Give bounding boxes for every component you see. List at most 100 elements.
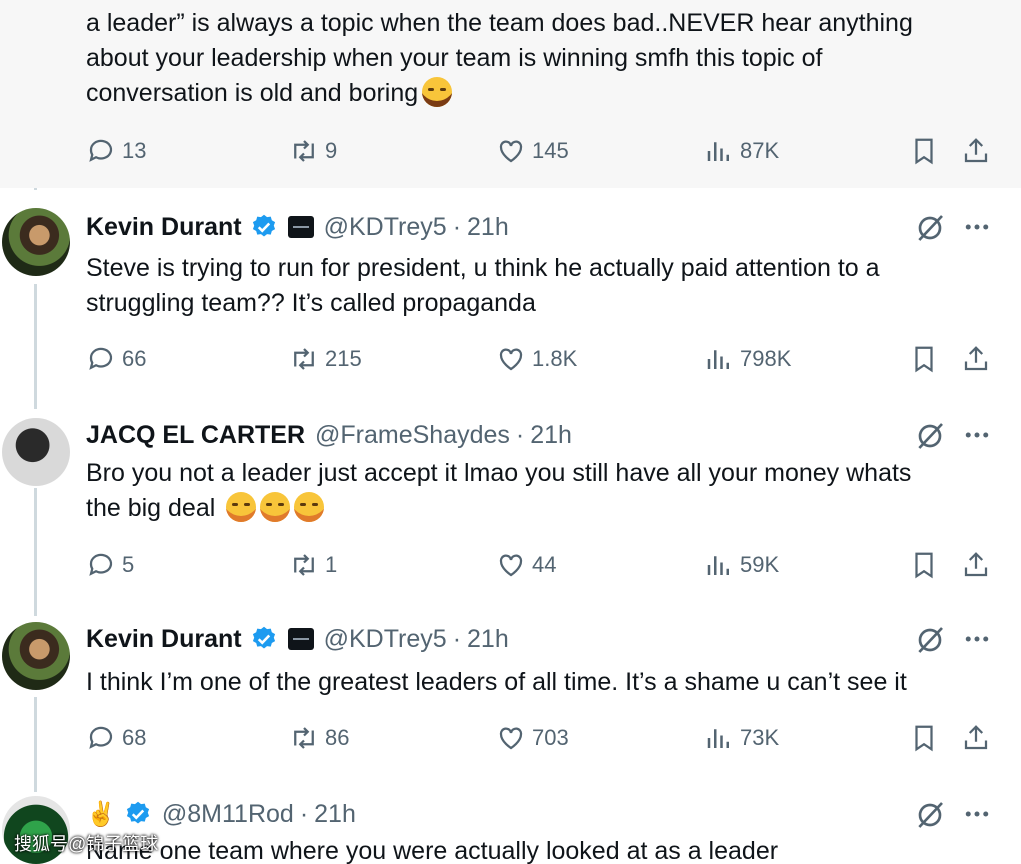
more-options-icon[interactable] bbox=[962, 624, 992, 654]
reply-count: 5 bbox=[122, 552, 135, 577]
grok-icon[interactable] bbox=[914, 420, 946, 452]
tweet[interactable]: JACQ EL CARTER @FrameShaydes · 21h Bro y… bbox=[0, 398, 1021, 606]
tweet-header: Kevin Durant @KDTrey5 · 21h bbox=[86, 624, 509, 654]
bookmark-icon bbox=[915, 138, 933, 165]
repost-button[interactable]: 86 bbox=[289, 721, 349, 755]
handle[interactable]: @8M11Rod bbox=[162, 800, 294, 829]
reply-icon bbox=[89, 726, 113, 749]
views-icon bbox=[707, 556, 729, 575]
avatar[interactable] bbox=[2, 622, 70, 690]
reply-button[interactable]: 66 bbox=[86, 342, 146, 376]
display-name[interactable]: ✌️ bbox=[86, 800, 116, 829]
share-button[interactable] bbox=[961, 342, 997, 376]
like-button[interactable]: 1.8K bbox=[496, 342, 577, 376]
repost-button[interactable]: 9 bbox=[289, 134, 337, 168]
repost-button[interactable]: 1 bbox=[289, 548, 337, 582]
action-bar: 68 86 703 73K bbox=[86, 721, 996, 755]
more-options-icon[interactable] bbox=[962, 799, 992, 829]
share-icon bbox=[964, 346, 988, 371]
share-button[interactable] bbox=[961, 134, 997, 168]
reply-icon bbox=[89, 553, 113, 576]
bookmark-button[interactable] bbox=[909, 342, 945, 376]
tears-of-joy-emoji bbox=[260, 492, 291, 522]
views-icon bbox=[707, 350, 729, 369]
share-icon bbox=[964, 552, 988, 577]
tweet-header: Kevin Durant @KDTrey5 · 21h bbox=[86, 212, 509, 242]
tweet[interactable]: Kevin Durant @KDTrey5 · 21h I think I’m … bbox=[0, 606, 1021, 782]
more-options-icon[interactable] bbox=[962, 212, 992, 242]
repost-count: 86 bbox=[325, 725, 350, 750]
like-button[interactable]: 44 bbox=[496, 548, 556, 582]
views-button[interactable]: 59K bbox=[704, 548, 779, 582]
views-button[interactable]: 798K bbox=[704, 342, 791, 376]
views-count: 59K bbox=[740, 552, 780, 577]
timestamp[interactable]: 21h bbox=[314, 800, 356, 829]
handle[interactable]: @KDTrey5 bbox=[324, 625, 447, 654]
avatar[interactable] bbox=[2, 418, 70, 486]
heart-icon bbox=[499, 554, 523, 577]
avatar[interactable] bbox=[2, 208, 70, 276]
like-button[interactable]: 145 bbox=[496, 134, 569, 168]
share-icon bbox=[964, 138, 988, 163]
heart-icon bbox=[499, 727, 523, 750]
repost-count: 9 bbox=[325, 138, 338, 163]
tweet-header: ✌️ @8M11Rod · 21h bbox=[86, 799, 356, 829]
separator: · bbox=[299, 799, 309, 828]
reply-icon bbox=[89, 139, 113, 162]
tired-face-emoji bbox=[422, 77, 453, 107]
tweet[interactable]: Kevin Durant @KDTrey5 · 21h Steve is try… bbox=[0, 188, 1021, 398]
timestamp[interactable]: 21h bbox=[530, 421, 572, 450]
separator: · bbox=[452, 212, 462, 241]
verified-badge-icon bbox=[252, 214, 275, 237]
repost-count: 215 bbox=[325, 346, 362, 371]
tweet-text: Steve is trying to run for president, u … bbox=[86, 254, 880, 317]
verified-badge-icon bbox=[126, 801, 149, 824]
share-icon bbox=[964, 725, 988, 750]
heart-icon bbox=[499, 348, 523, 371]
tweet[interactable]: a leader” is always a topic when the tea… bbox=[0, 0, 1021, 188]
share-button[interactable] bbox=[961, 548, 997, 582]
watermark: 搜狐号@锦子篮球 bbox=[14, 834, 159, 854]
handle[interactable]: @KDTrey5 bbox=[324, 213, 447, 242]
tears-of-joy-emoji bbox=[294, 492, 325, 522]
reply-button[interactable]: 13 bbox=[86, 134, 146, 168]
bookmark-button[interactable] bbox=[909, 721, 945, 755]
reply-count: 68 bbox=[122, 725, 147, 750]
affiliate-badge-icon[interactable] bbox=[287, 628, 314, 650]
like-button[interactable]: 703 bbox=[496, 721, 569, 755]
reply-button[interactable]: 68 bbox=[86, 721, 146, 755]
reply-icon bbox=[89, 347, 113, 370]
bookmark-button[interactable] bbox=[909, 134, 945, 168]
separator: · bbox=[515, 420, 525, 449]
handle[interactable]: @FrameShaydes bbox=[315, 421, 510, 450]
share-button[interactable] bbox=[961, 721, 997, 755]
views-icon bbox=[707, 729, 729, 748]
timestamp[interactable]: 21h bbox=[467, 213, 509, 242]
action-bar: 5 1 44 59K bbox=[86, 548, 996, 582]
affiliate-badge-icon[interactable] bbox=[287, 216, 314, 238]
like-count: 44 bbox=[532, 552, 557, 577]
views-count: 73K bbox=[740, 725, 780, 750]
repost-count: 1 bbox=[325, 552, 338, 577]
bookmark-icon bbox=[915, 725, 933, 752]
display-name[interactable]: Kevin Durant bbox=[86, 625, 242, 654]
bookmark-button[interactable] bbox=[909, 548, 945, 582]
grok-icon[interactable] bbox=[914, 212, 946, 244]
repost-button[interactable]: 215 bbox=[289, 342, 362, 376]
grok-icon[interactable] bbox=[914, 799, 946, 831]
views-button[interactable]: 73K bbox=[704, 721, 779, 755]
tweet-text: Bro you not a leader just accept it lmao… bbox=[86, 459, 912, 522]
repost-icon bbox=[294, 727, 314, 749]
timestamp[interactable]: 21h bbox=[467, 625, 509, 654]
views-button[interactable]: 87K bbox=[704, 134, 779, 168]
action-bar: 13 9 145 87K bbox=[86, 134, 996, 168]
grok-icon[interactable] bbox=[914, 624, 946, 656]
verified-badge-icon bbox=[252, 626, 275, 649]
display-name[interactable]: Kevin Durant bbox=[86, 213, 242, 242]
separator: · bbox=[452, 624, 462, 653]
reply-button[interactable]: 5 bbox=[86, 548, 134, 582]
display-name[interactable]: JACQ EL CARTER bbox=[86, 421, 305, 450]
heart-icon bbox=[499, 140, 523, 163]
bookmark-icon bbox=[915, 346, 933, 373]
more-options-icon[interactable] bbox=[962, 420, 992, 450]
